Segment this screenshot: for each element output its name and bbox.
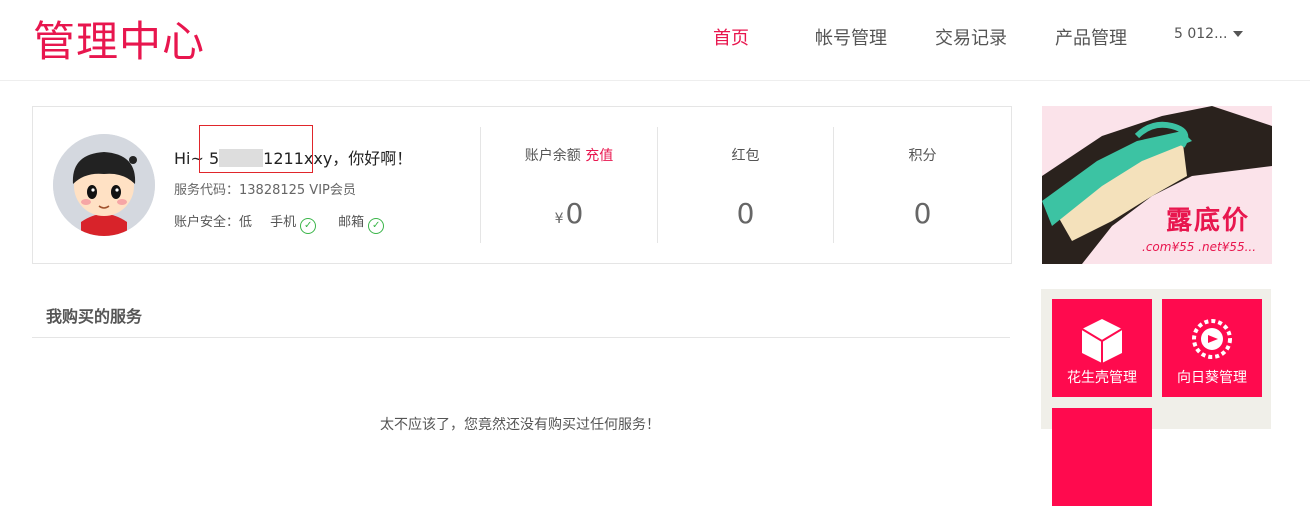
top-header: 管理中心 首页 帐号管理 交易记录 产品管理 5 012... (0, 0, 1310, 81)
empty-services-message: 太不应该了，您竟然还没有购买过任何服务！ (380, 417, 660, 433)
balance-label-text: 账户余额 (524, 148, 581, 164)
redpacket-value: 0 (736, 197, 755, 230)
points-value: 0 (913, 197, 932, 230)
highlight-box (199, 125, 313, 173)
email-label: 邮箱 (338, 215, 365, 230)
services-title: 我购买的服务 (46, 307, 143, 326)
recharge-link[interactable]: 充值 (585, 148, 613, 164)
tile-label: 花生壳管理 (1067, 370, 1137, 386)
nav-products[interactable]: 产品管理 (1055, 24, 1127, 50)
check-icon: ✓ (300, 218, 317, 234)
points-label: 积分 (908, 148, 937, 164)
caret-down-icon (1233, 31, 1244, 37)
banner-subtitle: .com¥55 .net¥55... (1142, 240, 1257, 254)
cube-icon (1081, 319, 1123, 363)
balance-value: ¥0 (481, 197, 657, 230)
user-menu[interactable]: 5 012... (1174, 26, 1244, 42)
greeting-suffix: ，你好啊！ (332, 149, 413, 168)
banner-title: 露底价 (1166, 206, 1251, 236)
divider (32, 337, 1010, 338)
security-level: 账户安全：低 (174, 215, 253, 230)
promo-banner[interactable]: 露底价 .com¥55 .net¥55... (1042, 106, 1272, 264)
tile-peanut-shell[interactable]: 花生壳管理 (1052, 299, 1152, 397)
balance-label: 账户余额 充值 (481, 145, 657, 165)
redpacket-label: 红包 (731, 148, 760, 164)
nav-home[interactable]: 首页 (713, 24, 749, 50)
tile-sunflower[interactable]: 向日葵管理 (1162, 299, 1262, 397)
profile-card: Hi~ 5 1211xxy，你好啊！ 服务代码：13828125 VIP会员 账户… (32, 106, 1012, 264)
user-menu-label: 5 012... (1174, 26, 1228, 42)
product-tiles: 花生壳管理 向日葵管理 (1041, 289, 1271, 506)
nav-transactions[interactable]: 交易记录 (935, 24, 1007, 50)
account-security: 账户安全：低 手机 ✓ 邮箱 ✓ (174, 211, 406, 234)
nav-account[interactable]: 帐号管理 (815, 24, 887, 50)
phone-label: 手机 (270, 215, 297, 230)
service-code: 服务代码：13828125 VIP会员 (174, 183, 356, 198)
currency-symbol: ¥ (554, 211, 564, 227)
avatar (53, 134, 155, 236)
logo[interactable]: 管理中心 (33, 8, 205, 69)
balance-amount: 0 (565, 197, 584, 230)
tile-more[interactable] (1052, 408, 1152, 506)
check-icon: ✓ (368, 218, 385, 234)
sunflower-icon (1192, 319, 1232, 359)
tile-label: 向日葵管理 (1177, 370, 1247, 386)
